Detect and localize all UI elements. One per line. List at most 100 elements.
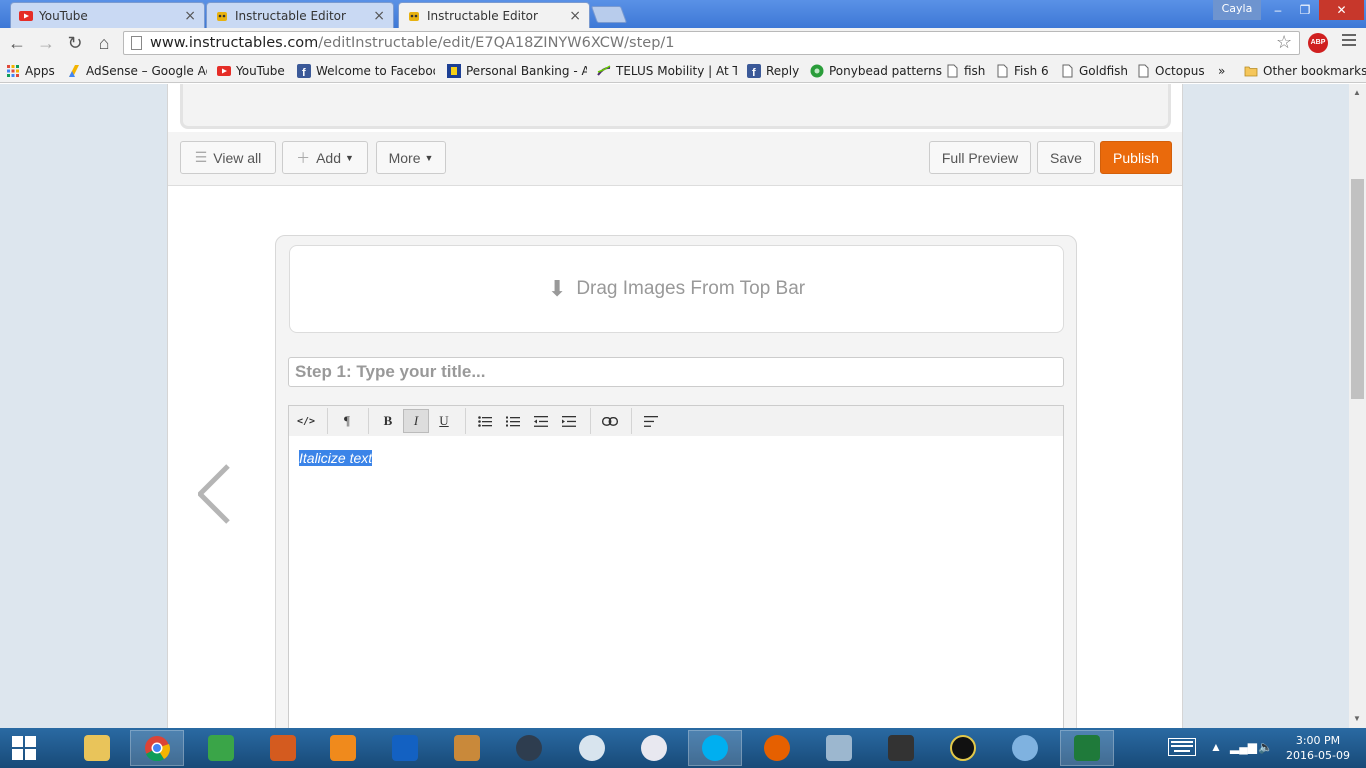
add-button[interactable]: ＋ Add ▼	[282, 141, 368, 174]
underline-button[interactable]: U	[431, 409, 457, 433]
tab-close-icon[interactable]: ×	[373, 8, 385, 24]
taskbar-safari[interactable]	[998, 730, 1052, 766]
editor-page: ☰ View all ＋ Add ▼ More ▼ Full Preview S…	[167, 84, 1183, 728]
back-icon[interactable]: ←	[6, 32, 28, 54]
facebook-icon: f	[297, 64, 311, 78]
more-label: More	[388, 149, 421, 166]
start-button[interactable]	[0, 728, 48, 768]
save-button[interactable]: Save	[1037, 141, 1095, 174]
bookmark-adsense[interactable]: AdSense – Google Ad	[67, 62, 207, 80]
bookmark-star-icon[interactable]: ☆	[1276, 32, 1292, 53]
view-all-button[interactable]: ☰ View all	[180, 141, 276, 174]
scroll-up-icon[interactable]: ▲	[1353, 88, 1361, 97]
bookmark-apps[interactable]: Apps	[6, 62, 55, 80]
bookmark-youtube[interactable]: YouTube	[217, 62, 285, 80]
safari-icon	[1012, 735, 1038, 761]
page-icon	[997, 64, 1008, 78]
address-bar[interactable]: www.instructables.com/editInstructable/e…	[123, 31, 1300, 55]
taskbar-video-app[interactable]	[502, 730, 556, 766]
bookmark-label: Octopus	[1155, 64, 1205, 78]
scroll-down-icon[interactable]: ▼	[1353, 714, 1361, 723]
bookmark-label: Personal Banking - Ac	[466, 64, 587, 78]
taskbar-skype[interactable]	[688, 730, 742, 766]
page-scrollbar[interactable]: ▲ ▼	[1349, 84, 1366, 728]
bookmark-fish[interactable]: fish	[945, 62, 985, 80]
publish-button[interactable]: Publish	[1100, 141, 1172, 174]
scrollbar-thumb[interactable]	[1351, 179, 1364, 399]
taskbar-app-building[interactable]	[440, 730, 494, 766]
bookmark-fish-6[interactable]: Fish 6	[995, 62, 1049, 80]
outdent-icon[interactable]	[528, 409, 554, 433]
taskbar-firefox[interactable]	[750, 730, 804, 766]
forward-icon[interactable]: →	[35, 32, 57, 54]
home-icon[interactable]: ⌂	[93, 32, 115, 54]
reload-icon[interactable]: ↻	[64, 32, 86, 54]
page-viewport: ☰ View all ＋ Add ▼ More ▼ Full Preview S…	[0, 84, 1349, 728]
skype-icon	[702, 735, 728, 761]
play-icon	[950, 735, 976, 761]
restore-icon[interactable]: ❐	[1291, 0, 1319, 20]
file-explorer-icon	[84, 735, 110, 761]
taskbar-app-blocks[interactable]	[256, 730, 310, 766]
taskbar-malwarebytes[interactable]	[378, 730, 432, 766]
tab-close-icon[interactable]: ×	[184, 8, 196, 24]
align-icon[interactable]	[638, 409, 664, 433]
page-icon	[947, 64, 958, 78]
window-close-icon[interactable]: ✕	[1319, 0, 1364, 20]
full-preview-button[interactable]: Full Preview	[929, 141, 1031, 174]
taskbar-app-hat[interactable]	[874, 730, 928, 766]
system-clock[interactable]: 3:00 PM 2016-05-09	[1283, 733, 1353, 763]
taskbar-solitaire[interactable]	[1060, 730, 1114, 766]
rich-text-toolbar: </> ¶ B I U	[288, 405, 1064, 437]
tab-instructable-editor-1[interactable]: Instructable Editor ×	[206, 2, 394, 28]
volume-icon[interactable]: 🔈	[1258, 740, 1273, 754]
tab-close-icon[interactable]: ×	[569, 8, 581, 24]
bullet-list-icon[interactable]	[472, 409, 498, 433]
plus-icon: ＋	[296, 149, 311, 166]
tab-youtube[interactable]: YouTube ×	[10, 2, 205, 28]
taskbar-itunes[interactable]	[627, 730, 681, 766]
bookmark-reply[interactable]: f Reply	[747, 62, 799, 80]
tab-instructable-editor-active[interactable]: Instructable Editor ×	[398, 2, 590, 29]
link-icon[interactable]	[597, 409, 623, 433]
taskbar-media-player[interactable]	[316, 730, 370, 766]
bookmark-facebook[interactable]: f Welcome to Faceboo	[297, 62, 435, 80]
bookmark-goldfish[interactable]: Goldfish	[1060, 62, 1128, 80]
bookmark-octopus[interactable]: Octopus	[1136, 62, 1205, 80]
chrome-menu-icon[interactable]	[1342, 34, 1356, 49]
profile-badge[interactable]: Cayla	[1213, 0, 1261, 20]
bold-button[interactable]: B	[375, 409, 401, 433]
taskbar-play-app[interactable]	[936, 730, 990, 766]
paragraph-format-button[interactable]: ¶	[334, 409, 360, 433]
html-source-button[interactable]: </>	[293, 409, 319, 433]
taskbar-file-explorer[interactable]	[70, 730, 124, 766]
network-signal-icon[interactable]: ▂▄▆	[1230, 740, 1257, 754]
other-bookmarks[interactable]: Other bookmarks	[1244, 62, 1366, 80]
bookmarks-overflow-chevron[interactable]: »	[1218, 62, 1225, 80]
svg-text:f: f	[302, 67, 306, 78]
more-button[interactable]: More ▼	[376, 141, 446, 174]
image-dropzone[interactable]: ⬇ Drag Images From Top Bar	[289, 245, 1064, 333]
taskbar-chrome[interactable]	[130, 730, 184, 766]
instructables-robot-icon	[217, 11, 227, 21]
new-tab-button[interactable]	[590, 6, 628, 23]
indent-icon[interactable]	[556, 409, 582, 433]
taskbar-app-bird[interactable]	[565, 730, 619, 766]
tray-overflow-icon[interactable]: ▲	[1210, 740, 1222, 754]
step-title-input[interactable]: Step 1: Type your title...	[288, 357, 1064, 387]
taskbar-remote-app[interactable]	[812, 730, 866, 766]
solitaire-icon	[1074, 735, 1100, 761]
italic-button[interactable]: I	[403, 409, 429, 433]
numbered-list-icon[interactable]	[500, 409, 526, 433]
keyboard-icon[interactable]	[1168, 738, 1196, 759]
minimize-icon[interactable]: –	[1264, 0, 1292, 20]
step-body-editor[interactable]: Italicize text	[288, 436, 1064, 728]
adblock-plus-icon[interactable]: ABP	[1308, 33, 1328, 53]
windows-logo-icon	[12, 736, 36, 760]
taskbar-app-w[interactable]	[194, 730, 248, 766]
bookmark-personal-banking[interactable]: Personal Banking - Ac	[447, 62, 587, 80]
previous-step-arrow-icon[interactable]	[198, 464, 238, 524]
bookmark-ponybead[interactable]: Ponybead patterns	[810, 62, 942, 80]
page-icon	[1062, 64, 1073, 78]
bookmark-telus[interactable]: TELUS Mobility | At TE	[597, 62, 737, 80]
